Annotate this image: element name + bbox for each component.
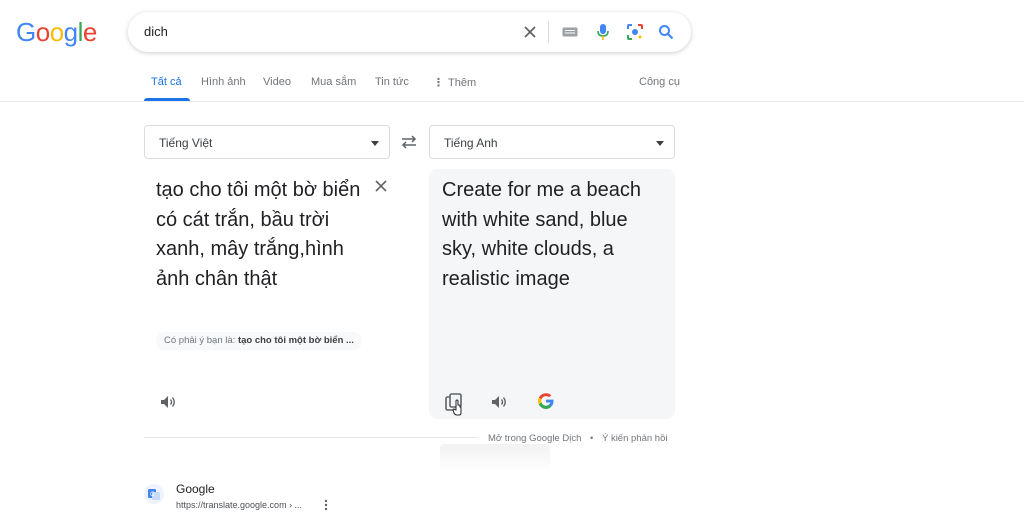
suggestion-value[interactable]: tạo cho tôi một bờ biển ... bbox=[238, 335, 354, 346]
translate-footer: Mở trong Google Dịch • Ý kiến phản hồi bbox=[488, 433, 667, 444]
result-url[interactable]: https://translate.google.com › ... bbox=[176, 500, 302, 510]
active-tab-indicator bbox=[144, 98, 190, 101]
search-box[interactable]: dich bbox=[128, 12, 691, 52]
google-logo[interactable]: Google bbox=[16, 17, 97, 48]
faded-overlay bbox=[440, 444, 550, 472]
keyboard-icon[interactable] bbox=[560, 22, 580, 42]
tab-images[interactable]: Hình ảnh bbox=[201, 76, 246, 88]
microphone-icon[interactable] bbox=[593, 22, 613, 42]
tab-video[interactable]: Video bbox=[263, 76, 291, 88]
feedback-link[interactable]: Ý kiến phản hồi bbox=[602, 433, 668, 444]
source-language-select[interactable]: Tiếng Việt bbox=[144, 125, 390, 159]
tab-all[interactable]: Tất cả bbox=[151, 76, 182, 88]
logo-letter: o bbox=[49, 17, 64, 47]
source-language-label: Tiếng Việt bbox=[159, 136, 213, 150]
listen-translation-icon[interactable] bbox=[489, 392, 511, 414]
logo-letter: e bbox=[82, 17, 97, 47]
search-divider bbox=[548, 21, 549, 43]
logo-letter: g bbox=[63, 17, 78, 47]
tab-more[interactable]: ⋮ Thêm bbox=[433, 76, 476, 89]
more-vertical-icon[interactable] bbox=[322, 498, 330, 512]
lens-icon[interactable] bbox=[625, 22, 645, 42]
tab-tools[interactable]: Công cụ bbox=[639, 76, 680, 88]
source-text-input[interactable]: tạo cho tôi một bờ biển có cát trắn, bầu… bbox=[156, 176, 371, 294]
search-tabs: Tất cả Hình ảnh Video Mua sắm Tin tức ⋮ T… bbox=[0, 62, 1024, 102]
clear-text-icon[interactable] bbox=[372, 177, 392, 197]
source-divider bbox=[144, 437, 478, 438]
copy-icon[interactable] bbox=[444, 392, 466, 416]
logo-letter: o bbox=[35, 17, 50, 47]
chevron-down-icon bbox=[656, 141, 664, 146]
suggestion-prefix: Có phải ý bạn là: bbox=[164, 335, 236, 346]
translation-output: Create for me a beach with white sand, b… bbox=[442, 179, 641, 290]
translate-favicon[interactable]: G bbox=[144, 484, 164, 504]
open-in-translate-link[interactable]: Mở trong Google Dịch bbox=[488, 433, 581, 444]
clear-search-icon[interactable] bbox=[520, 22, 540, 42]
logo-letter: G bbox=[16, 17, 36, 47]
result-title[interactable]: Google bbox=[176, 482, 215, 496]
listen-source-icon[interactable] bbox=[158, 392, 180, 414]
tab-shopping[interactable]: Mua sắm bbox=[311, 76, 356, 88]
swap-languages-icon[interactable] bbox=[398, 132, 420, 152]
target-language-label: Tiếng Anh bbox=[444, 136, 498, 150]
google-g-icon[interactable] bbox=[537, 392, 559, 414]
did-you-mean-suggestion[interactable]: Có phải ý bạn là: tạo cho tôi một bờ biể… bbox=[156, 332, 362, 350]
tab-news[interactable]: Tin tức bbox=[375, 76, 409, 88]
target-language-select[interactable]: Tiếng Anh bbox=[429, 125, 675, 159]
tab-more-label: Thêm bbox=[448, 77, 477, 89]
svg-text:G: G bbox=[150, 491, 155, 498]
chevron-down-icon bbox=[371, 141, 379, 146]
search-input[interactable]: dich bbox=[144, 24, 168, 39]
footer-separator: • bbox=[590, 433, 594, 444]
more-vertical-icon: ⋮ bbox=[433, 77, 444, 89]
search-icon[interactable] bbox=[656, 22, 676, 42]
